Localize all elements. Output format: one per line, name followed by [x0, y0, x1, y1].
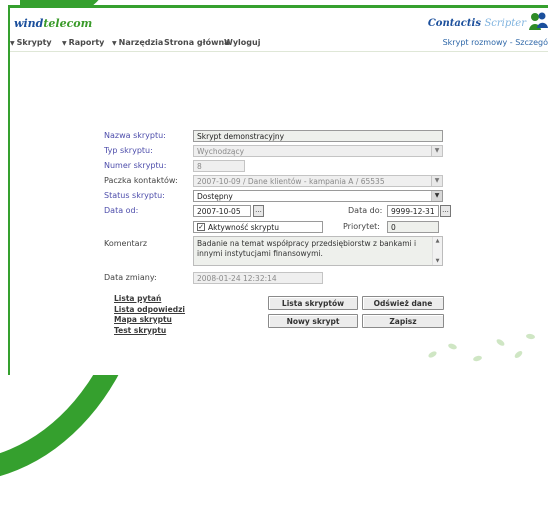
script-status-value: Dostępny	[197, 192, 233, 201]
dropdown-arrow-icon: ▼	[10, 40, 15, 47]
script-status-label: Status skryptu:	[104, 191, 165, 200]
script-type-select[interactable]: Wychodzący ▼	[193, 145, 443, 157]
contact-package-value: 2007-10-09 / Dane klientów - kampania A …	[197, 177, 385, 186]
people-icon	[529, 12, 548, 30]
save-button[interactable]: Zapisz	[362, 314, 444, 328]
logo-text-contactis: Contactis	[427, 18, 481, 29]
date-from-label: Data od:	[104, 206, 139, 215]
date-to-label: Data do:	[348, 206, 383, 215]
logo-text-scripter: Scripter	[484, 18, 526, 29]
link-script-map[interactable]: Mapa skryptu	[114, 315, 185, 326]
contact-package-label: Paczka kontaktów:	[104, 176, 178, 185]
priority-label: Priorytet:	[343, 222, 381, 231]
breadcrumb: Skrypt rozmowy - Szczegó	[442, 38, 548, 47]
refresh-data-button[interactable]: Odśwież dane	[362, 296, 444, 310]
chevron-down-icon: ▼	[431, 146, 442, 156]
menu-label: Wyloguj	[224, 38, 261, 47]
logo-text-telecom: telecom	[43, 17, 93, 30]
menu-skrypty[interactable]: ▼ Skrypty	[10, 38, 52, 47]
priority-input[interactable]: 0	[387, 221, 439, 233]
dropdown-arrow-icon: ▼	[112, 40, 117, 47]
script-links: Lista pytań Lista odpowiedzi Mapa skrypt…	[114, 294, 185, 336]
dropdown-arrow-icon: ▼	[62, 40, 67, 47]
script-details-form: Nazwa skryptu: Skrypt demonstracyjny Typ…	[104, 125, 451, 289]
menu-bar: ▼ Skrypty ▼ Raporty ▼ Narzędzia Strona głów…	[10, 35, 548, 52]
scroll-up-icon[interactable]: ▲	[433, 237, 442, 245]
active-label: Aktywność skryptu	[208, 223, 279, 232]
active-checkbox-field[interactable]: ✓ Aktywność skryptu	[193, 221, 323, 233]
link-answer-list[interactable]: Lista odpowiedzi	[114, 305, 185, 316]
link-script-test[interactable]: Test skryptu	[114, 326, 185, 337]
comment-textarea[interactable]: Badanie na temat współpracy przedsiębior…	[193, 236, 443, 266]
date-from-calendar-button[interactable]: ...	[253, 205, 264, 217]
scroll-down-icon[interactable]: ▼	[433, 257, 442, 265]
script-type-value: Wychodzący	[197, 147, 245, 156]
contactis-logo: Contactis Scripter	[428, 18, 526, 29]
script-list-button[interactable]: Lista skryptów	[268, 296, 358, 310]
menu-label: Raporty	[68, 38, 105, 47]
script-name-input[interactable]: Skrypt demonstracyjny	[193, 130, 443, 142]
new-script-button[interactable]: Nowy skrypt	[268, 314, 358, 328]
menu-wyloguj[interactable]: Wyloguj	[224, 38, 260, 47]
change-date-label: Data zmiany:	[104, 273, 157, 282]
windtelecom-logo: windtelecom	[14, 17, 92, 30]
menu-raporty[interactable]: ▼ Raporty	[62, 38, 104, 47]
script-number-label: Numer skryptu:	[104, 161, 167, 170]
menu-strona-glowna[interactable]: Strona główna	[164, 38, 230, 47]
script-status-select[interactable]: Dostępny ▼	[193, 190, 443, 202]
date-to-input[interactable]: 9999-12-31	[387, 205, 439, 217]
comment-text: Badanie na temat współpracy przedsiębior…	[197, 239, 417, 258]
script-type-label: Typ skryptu:	[104, 146, 153, 155]
script-name-label: Nazwa skryptu:	[104, 131, 166, 140]
menu-label: Skrypty	[16, 38, 52, 47]
active-checkbox[interactable]: ✓	[197, 223, 205, 231]
date-from-input[interactable]: 2007-10-05	[193, 205, 251, 217]
link-question-list[interactable]: Lista pytań	[114, 294, 185, 305]
header: windtelecom Contactis Scripter	[10, 5, 548, 38]
comment-scrollbar[interactable]: ▲ ▼	[432, 237, 442, 265]
date-to-calendar-button[interactable]: ...	[440, 205, 451, 217]
script-number-input[interactable]: 8	[193, 160, 245, 172]
menu-narzedzia[interactable]: ▼ Narzędzia	[112, 38, 163, 47]
chevron-down-icon: ▼	[431, 176, 442, 186]
menu-label: Narzędzia	[118, 38, 164, 47]
contact-package-select[interactable]: 2007-10-09 / Dane klientów - kampania A …	[193, 175, 443, 187]
change-date-input: 2008-01-24 12:32:14	[193, 272, 323, 284]
logo-text-wind: wind	[14, 17, 44, 30]
chevron-down-icon: ▼	[431, 191, 442, 201]
comment-label: Komentarz	[104, 239, 148, 248]
menu-label: Strona główna	[164, 38, 230, 47]
